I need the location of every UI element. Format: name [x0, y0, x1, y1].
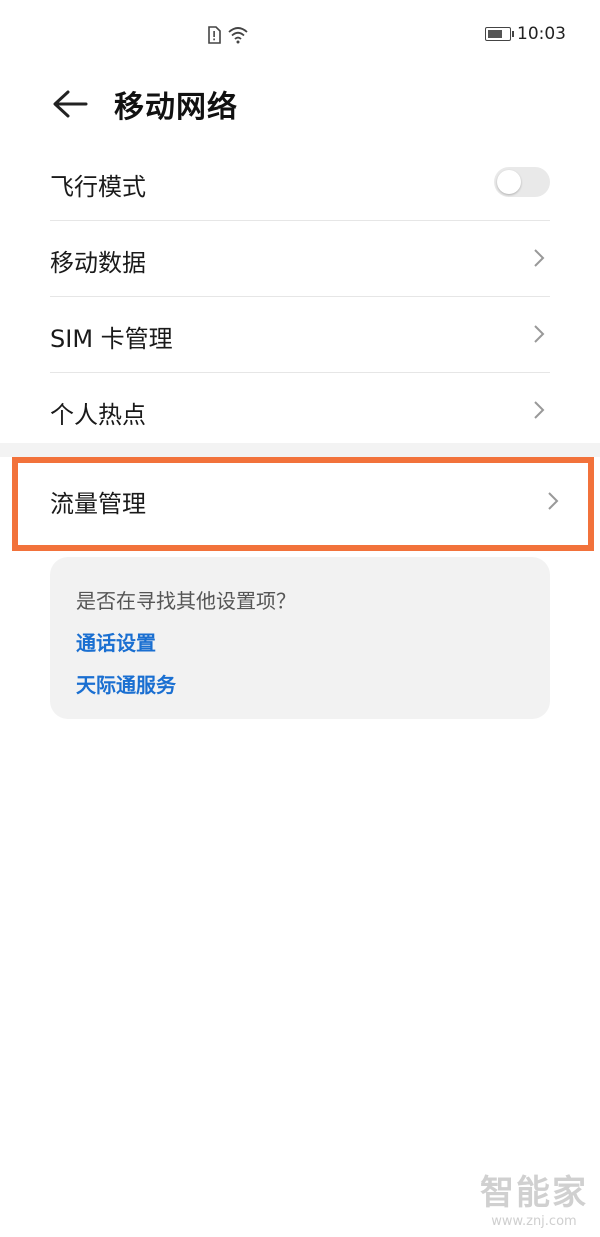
- status-right: 10:03: [485, 24, 566, 44]
- airplane-mode-toggle[interactable]: [494, 167, 550, 197]
- personal-hotspot-label: 个人热点: [50, 401, 146, 429]
- app-header: 移动网络: [0, 70, 600, 140]
- chevron-right-icon: [534, 325, 545, 343]
- battery-icon: [485, 27, 514, 41]
- suggestion-card: 是否在寻找其他设置项？ 通话设置 天际通服务: [50, 557, 550, 719]
- data-usage-label: 流量管理: [50, 490, 146, 518]
- skyroam-service-link[interactable]: 天际通服务: [76, 669, 176, 698]
- back-arrow-icon[interactable]: [50, 84, 90, 124]
- sim-management-label: SIM 卡管理: [50, 325, 173, 353]
- sim-management-row[interactable]: SIM 卡管理: [50, 297, 550, 373]
- mobile-data-row[interactable]: 移动数据: [50, 221, 550, 297]
- status-icons: [207, 26, 249, 44]
- data-usage-row[interactable]: 流量管理: [12, 457, 594, 551]
- watermark: 智能家 www.znj.com: [480, 1165, 588, 1229]
- section-divider: [0, 443, 600, 457]
- sim-alert-icon: [208, 26, 221, 44]
- watermark-url: www.znj.com: [491, 1214, 577, 1229]
- page-title: 移动网络: [114, 90, 238, 125]
- watermark-brand: 智能家: [480, 1173, 588, 1213]
- settings-list: 飞行模式 移动数据 SIM 卡管理 个人热点: [50, 145, 550, 448]
- wifi-icon: [228, 27, 248, 44]
- airplane-mode-row[interactable]: 飞行模式: [50, 145, 550, 221]
- clock: 10:03: [517, 24, 566, 44]
- status-bar: 10:03: [0, 0, 600, 70]
- airplane-mode-label: 飞行模式: [50, 173, 146, 201]
- call-settings-link[interactable]: 通话设置: [76, 627, 156, 656]
- mobile-data-label: 移动数据: [50, 249, 146, 277]
- chevron-right-icon: [534, 249, 545, 267]
- toggle-knob: [497, 170, 521, 194]
- suggestion-question: 是否在寻找其他设置项？: [76, 589, 296, 613]
- personal-hotspot-row[interactable]: 个人热点: [50, 373, 550, 448]
- chevron-right-icon: [548, 492, 559, 510]
- chevron-right-icon: [534, 401, 545, 419]
